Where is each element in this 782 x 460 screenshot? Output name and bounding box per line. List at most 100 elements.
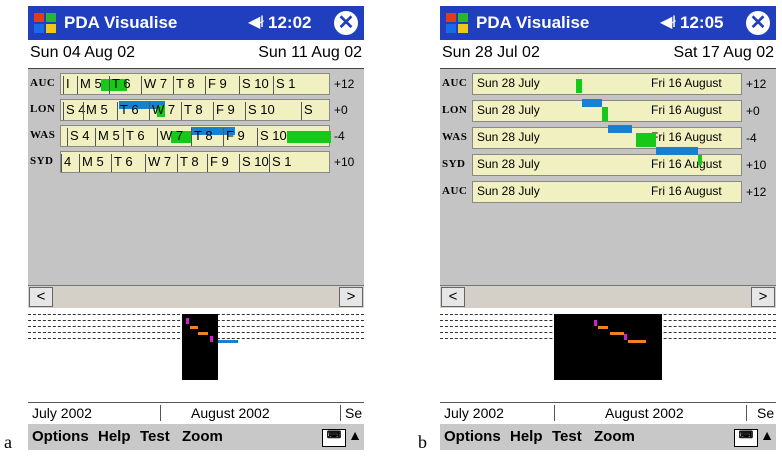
timezone-row[interactable]: AUC Sun 28 July Fri 16 August +12	[440, 73, 776, 95]
activity-block	[602, 107, 608, 121]
range-start: Sun 28 July	[477, 184, 540, 198]
day-cell: S 1	[269, 154, 292, 172]
day-cell: I	[63, 76, 70, 94]
date-end: Sun 11 Aug 02	[258, 44, 362, 61]
menu-help[interactable]: Help	[98, 428, 131, 445]
clock-time[interactable]: 12:02	[268, 13, 311, 33]
city-label: SYD	[442, 158, 466, 170]
range-start: Sun 28 July	[477, 157, 540, 171]
activity-block	[698, 155, 702, 165]
windows-logo-icon[interactable]	[32, 10, 58, 36]
app-title: PDA Visualise	[476, 13, 590, 32]
city-label: AUC	[442, 185, 468, 197]
day-cell: T 8	[191, 128, 213, 146]
menu-bar: Options Help Test Zoom ⌨ ▲	[28, 424, 364, 450]
day-cell: T 6	[111, 154, 133, 172]
day-strip[interactable]: S 4 M 5T 6 W 7 T 8 F 9 S 10	[60, 125, 331, 147]
title-bar: PDA Visualise ◀ł 12:02 ✕	[28, 6, 364, 40]
timezone-row[interactable]: SYD Sun 28 July Fri 16 August +10	[440, 154, 776, 176]
timezone-grid[interactable]: AUC I M 5T 6W 7T 8F 9S 10 S 1 +12 LON S 4M 5T …	[28, 69, 364, 285]
timezone-row[interactable]: SYD 4 M 5 T 6 W 7 T 8 F 9 S 10 S 1 +10	[28, 151, 364, 173]
utc-offset: +12	[746, 77, 767, 91]
date-start: Sun 04 Aug 02	[30, 44, 135, 61]
app-title: PDA Visualise	[64, 13, 178, 32]
day-cell: S 10	[257, 128, 287, 146]
keyboard-icon[interactable]: ⌨	[322, 429, 346, 447]
panel-caption-a: a	[4, 432, 12, 452]
timezone-row[interactable]: WAS S 4 M 5T 6 W 7 T 8 F 9 S 10 -4	[28, 125, 364, 147]
timezone-row[interactable]: AUC Sun 28 July Fri 16 August +12	[440, 181, 776, 203]
close-icon[interactable]: ✕	[746, 11, 770, 35]
day-cell: T 6	[117, 102, 139, 120]
day-cell: M 5	[77, 76, 102, 94]
city-label: WAS	[30, 129, 56, 141]
range-strip[interactable]: Sun 28 July Fri 16 August	[472, 73, 742, 95]
windows-logo-icon[interactable]	[444, 10, 470, 36]
title-bar: PDA Visualise ◀ł 12:05 ✕	[440, 6, 776, 40]
day-strip[interactable]: S 4M 5T 6W 7T 8F 9S 10 S	[60, 99, 330, 121]
month-label: Se	[746, 405, 774, 421]
timezone-row[interactable]: AUC I M 5 T 6 W 7 T 8 F 9 S 10 S 1 +12	[28, 73, 364, 95]
chevron-up-icon[interactable]: ▲	[760, 427, 774, 443]
clock-time[interactable]: 12:05	[680, 13, 723, 33]
scroll-right-button[interactable]: >	[339, 287, 363, 307]
activity-block	[608, 125, 632, 133]
range-strip[interactable]: Sun 28 July Fri 16 August	[472, 181, 742, 203]
menu-help[interactable]: Help	[510, 428, 543, 445]
activity-block	[636, 133, 656, 147]
menu-zoom[interactable]: Zoom	[182, 428, 223, 445]
day-cell: W 7	[157, 128, 183, 146]
range-end: Fri 16 August	[651, 130, 722, 144]
overview-panel[interactable]	[440, 308, 776, 408]
date-start: Sun 28 Jul 02	[442, 44, 540, 61]
day-cell: F 9	[223, 128, 245, 146]
utc-offset: +12	[746, 185, 767, 199]
city-label: WAS	[442, 131, 468, 143]
timezone-row[interactable]: LON Sun 28 July Fri 16 August +0	[440, 100, 776, 122]
overview-viewport[interactable]	[554, 314, 662, 380]
menu-test[interactable]: Test	[140, 428, 170, 445]
chevron-up-icon[interactable]: ▲	[348, 427, 362, 443]
month-bar: July 2002 August 2002 Se	[28, 402, 364, 423]
range-start: Sun 28 July	[477, 130, 540, 144]
activity-block	[576, 79, 582, 93]
speaker-icon[interactable]: ◀ł	[660, 12, 676, 32]
close-icon[interactable]: ✕	[334, 11, 358, 35]
menu-options[interactable]: Options	[32, 428, 89, 445]
month-label: August 2002	[160, 405, 270, 421]
overview-viewport[interactable]	[182, 314, 218, 380]
horizontal-scrollbar[interactable]: < >	[440, 285, 776, 309]
scroll-left-button[interactable]: <	[441, 287, 465, 307]
month-label: Se	[340, 405, 362, 421]
overview-panel[interactable]	[28, 308, 364, 408]
day-cell: M 5	[83, 102, 108, 120]
range-end: Fri 16 August	[651, 103, 722, 117]
city-label: SYD	[30, 155, 54, 167]
month-label: August 2002	[554, 405, 684, 421]
range-start: Sun 28 July	[477, 76, 540, 90]
scroll-left-button[interactable]: <	[29, 287, 53, 307]
scroll-right-button[interactable]: >	[751, 287, 775, 307]
timezone-grid[interactable]: AUC Sun 28 July Fri 16 August +12 LON Sun 28 …	[440, 69, 776, 285]
timezone-row[interactable]: LON S 4M 5T 6W 7T 8F 9S 10 S +0	[28, 99, 364, 121]
utc-offset: +10	[746, 158, 767, 172]
range-end: Fri 16 August	[651, 157, 722, 171]
day-cell: W 7	[141, 76, 167, 94]
day-strip[interactable]: I M 5 T 6 W 7 T 8 F 9 S 10 S 1	[60, 73, 330, 95]
day-cell: S 4	[67, 128, 90, 146]
utc-offset: +10	[334, 155, 355, 169]
horizontal-scrollbar[interactable]: < >	[28, 285, 364, 309]
day-strip[interactable]: 4 M 5 T 6 W 7 T 8 F 9 S 10 S 1	[60, 151, 330, 173]
day-cell: S 1	[273, 76, 296, 94]
range-strip[interactable]: Sun 28 July Fri 16 August	[472, 127, 742, 149]
day-cell: F 9	[207, 154, 229, 172]
menu-test[interactable]: Test	[552, 428, 582, 445]
menu-options[interactable]: Options	[444, 428, 501, 445]
speaker-icon[interactable]: ◀ł	[248, 12, 264, 32]
day-cell: W 7	[149, 102, 175, 120]
menu-zoom[interactable]: Zoom	[594, 428, 635, 445]
day-cell: S 10	[239, 76, 269, 94]
city-label: LON	[442, 104, 468, 116]
keyboard-icon[interactable]: ⌨	[734, 429, 758, 447]
day-cell: T 6	[123, 128, 145, 146]
